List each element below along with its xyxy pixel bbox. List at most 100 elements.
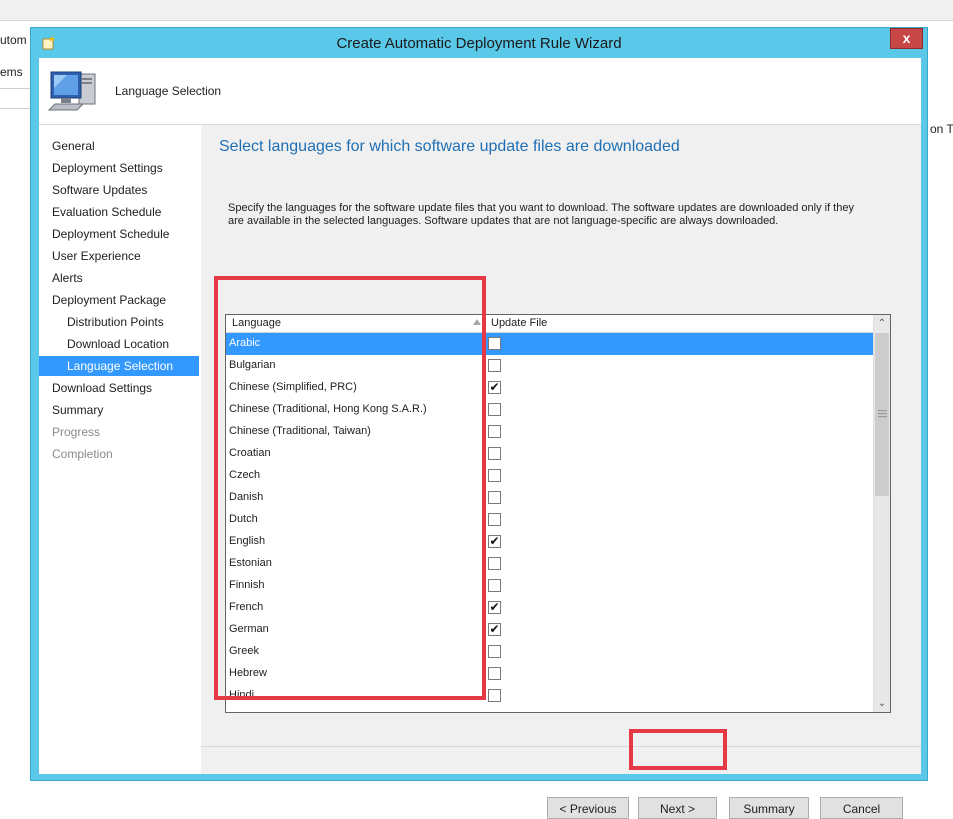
language-cell: Chinese (Traditional, Taiwan) [229, 425, 371, 437]
background-toolbar [0, 0, 953, 21]
language-cell: Finnish [229, 579, 265, 591]
update-file-checkbox[interactable] [488, 337, 501, 350]
wizard-nav: General Deployment Settings Software Updat… [39, 125, 201, 774]
nav-item-download-location[interactable]: Download Location [39, 334, 199, 354]
table-row[interactable]: Croatian [226, 443, 874, 465]
column-divider[interactable] [485, 315, 486, 332]
table-row[interactable]: Hindi [226, 685, 874, 707]
update-file-checkbox[interactable]: ✔ [488, 381, 501, 394]
footer-divider [201, 746, 921, 747]
title-bar[interactable]: Create Automatic Deployment Rule Wizard … [31, 28, 927, 58]
update-file-checkbox[interactable] [488, 447, 501, 460]
wizard-window: Create Automatic Deployment Rule Wizard … [30, 27, 928, 819]
table-row[interactable]: Chinese (Simplified, PRC) ✔ [226, 377, 874, 399]
header-title: Language Selection [115, 84, 222, 98]
table-row[interactable]: German ✔ [226, 619, 874, 641]
language-column-header[interactable]: Language [232, 317, 281, 329]
grid-header: Language Update File [226, 315, 874, 333]
update-file-checkbox[interactable] [488, 359, 501, 372]
nav-item-alerts[interactable]: Alerts [39, 268, 199, 288]
language-cell: Greek [229, 645, 259, 657]
computer-icon [47, 66, 99, 116]
language-cell: Danish [229, 491, 264, 503]
vertical-scrollbar[interactable]: ⌃ — — — ⌄ [873, 315, 890, 712]
nav-item-general[interactable]: General [39, 136, 199, 156]
table-row[interactable]: Hebrew [226, 663, 874, 685]
cancel-button[interactable]: Cancel [820, 797, 903, 819]
background-divider [0, 88, 30, 89]
update-file-checkbox[interactable] [488, 579, 501, 592]
update-file-checkbox[interactable] [488, 403, 501, 416]
close-button[interactable]: x [890, 28, 923, 49]
nav-item-deployment-schedule[interactable]: Deployment Schedule [39, 224, 199, 244]
update-file-checkbox[interactable]: ✔ [488, 535, 501, 548]
language-cell: Chinese (Traditional, Hong Kong S.A.R.) [229, 403, 427, 415]
nav-item-download-settings[interactable]: Download Settings [39, 378, 199, 398]
background-text: utom [0, 33, 27, 47]
nav-item-progress: Progress [52, 425, 101, 439]
window-title: Create Automatic Deployment Rule Wizard [336, 35, 622, 52]
table-row[interactable]: Chinese (Traditional, Hong Kong S.A.R.) [226, 399, 874, 421]
table-row[interactable]: Greek [226, 641, 874, 663]
nav-item-language-selection[interactable]: Language Selection [39, 356, 199, 376]
background-text: ems [0, 65, 23, 79]
update-file-checkbox[interactable]: ✔ [488, 601, 501, 614]
update-file-checkbox[interactable] [488, 513, 501, 526]
content-area: Select languages for which software upda… [201, 125, 921, 819]
table-row[interactable]: Dutch [226, 509, 874, 531]
language-cell: Dutch [229, 513, 258, 525]
table-row[interactable]: Chinese (Traditional, Taiwan) [226, 421, 874, 443]
nav-item-completion: Completion [52, 447, 113, 461]
table-row[interactable]: French ✔ [226, 597, 874, 619]
nav-item-deployment-settings[interactable]: Deployment Settings [39, 158, 199, 178]
nav-item-user-experience[interactable]: User Experience [39, 246, 199, 266]
page-description: Specify the languages for the software u… [228, 202, 854, 227]
update-file-checkbox[interactable] [488, 469, 501, 482]
language-cell: Hebrew [229, 667, 267, 679]
summary-button[interactable]: Summary [729, 797, 809, 819]
scrollbar-thumb[interactable]: — — — [875, 333, 889, 496]
update-file-column-header[interactable]: Update File [491, 317, 547, 329]
background-divider [0, 108, 30, 109]
update-file-checkbox[interactable] [488, 689, 501, 702]
language-cell: English [229, 535, 266, 547]
grip-icon: — — — [878, 405, 887, 421]
scroll-up-icon[interactable]: ⌃ [874, 315, 890, 332]
update-file-checkbox[interactable] [488, 425, 501, 438]
update-file-checkbox[interactable] [488, 667, 501, 680]
nav-item-deployment-package[interactable]: Deployment Package [39, 290, 199, 310]
language-cell: Estonian [229, 557, 272, 569]
previous-button[interactable]: < Previous [547, 797, 629, 819]
language-cell: German [229, 623, 269, 635]
update-file-checkbox[interactable] [488, 557, 501, 570]
language-cell: Czech [229, 469, 261, 481]
language-cell: Croatian [229, 447, 271, 459]
table-row[interactable]: Arabic [226, 333, 874, 355]
background-text: on T [930, 122, 953, 136]
nav-item-summary[interactable]: Summary [39, 400, 199, 420]
wizard-header: Language Selection [39, 58, 921, 125]
nav-item-evaluation-schedule[interactable]: Evaluation Schedule [39, 202, 199, 222]
table-row[interactable]: Bulgarian [226, 355, 874, 377]
language-cell: Hindi [229, 689, 255, 701]
scroll-down-icon[interactable]: ⌄ [874, 695, 890, 712]
update-file-checkbox[interactable] [488, 645, 501, 658]
language-grid[interactable]: Language Update File Arabic Bulgarian Chin… [225, 314, 891, 713]
table-row[interactable]: English ✔ [226, 531, 874, 553]
nav-item-distribution-points[interactable]: Distribution Points [39, 312, 199, 332]
next-button[interactable]: Next > [638, 797, 717, 819]
table-row[interactable]: Finnish [226, 575, 874, 597]
wizard-client: Language Selection General Deployment Set… [39, 58, 921, 819]
language-cell: Chinese (Simplified, PRC) [229, 381, 357, 393]
language-cell: Bulgarian [229, 359, 276, 371]
nav-item-software-updates[interactable]: Software Updates [39, 180, 199, 200]
update-file-checkbox[interactable]: ✔ [488, 623, 501, 636]
language-cell: Arabic [229, 337, 261, 349]
language-cell: French [229, 601, 264, 613]
table-row[interactable]: Czech [226, 465, 874, 487]
table-row[interactable]: Estonian [226, 553, 874, 575]
update-file-checkbox[interactable] [488, 491, 501, 504]
page-heading: Select languages for which software upda… [219, 138, 680, 155]
table-row[interactable]: Danish [226, 487, 874, 509]
sort-ascending-icon [473, 319, 481, 325]
